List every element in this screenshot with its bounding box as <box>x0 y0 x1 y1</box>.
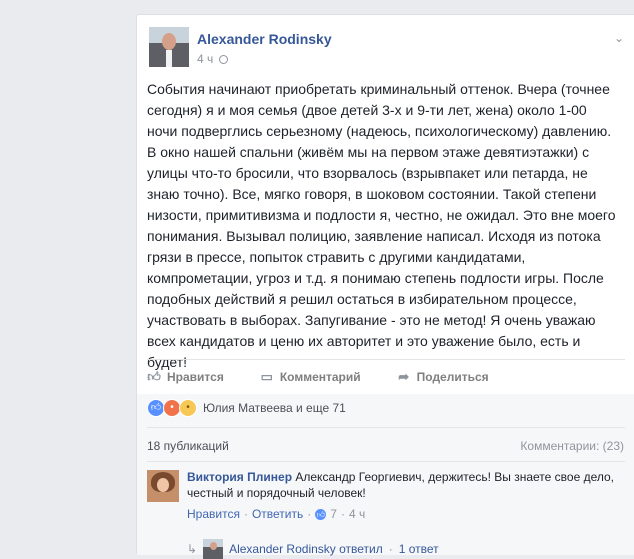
globe-icon <box>219 54 229 64</box>
replies-link[interactable]: ↳ Alexander Rodinsky ответил · 1 ответ <box>187 539 439 559</box>
shares-count[interactable]: 18 публикаций <box>147 439 229 453</box>
commenter-avatar[interactable] <box>147 470 179 502</box>
share-label: Поделиться <box>416 370 489 384</box>
divider <box>147 427 625 428</box>
post-card: Alexander Rodinsky 4 ч ⌄ События начинаю… <box>136 14 634 559</box>
comment-reply-link[interactable]: Ответить <box>252 507 303 521</box>
comments-count[interactable]: Комментарии: (23) <box>520 439 624 453</box>
like-button[interactable]: 👍︎ Нравится <box>147 367 224 387</box>
reply-avatar <box>203 539 224 559</box>
comment-time[interactable]: 4 ч <box>349 507 365 521</box>
comment-body: Виктория Плинер Александр Георгиевич, де… <box>187 469 623 501</box>
author-avatar[interactable] <box>149 27 189 67</box>
comment-likes[interactable]: 7 <box>330 507 337 521</box>
post-time[interactable]: 4 ч <box>197 52 213 66</box>
comment-like-link[interactable]: Нравится <box>187 507 240 521</box>
share-button[interactable]: ➦ Поделиться <box>397 367 489 387</box>
chevron-down-icon[interactable]: ⌄ <box>614 31 624 45</box>
post-meta: 4 ч <box>197 52 229 66</box>
post-text: События начинают приобретать криминальны… <box>147 81 616 370</box>
sad-reaction-icon: • <box>179 399 197 417</box>
comment-icon: ▭ <box>260 369 273 384</box>
separator-dot: · <box>243 507 248 521</box>
separator-dot: · <box>307 507 312 521</box>
like-badge-icon: 👍︎ <box>315 508 327 520</box>
comment-author[interactable]: Виктория Плинер <box>187 470 292 484</box>
divider <box>147 461 625 462</box>
author-name[interactable]: Alexander Rodinsky <box>197 31 332 47</box>
separator-dot: · <box>340 507 345 521</box>
like-label: Нравится <box>167 370 224 384</box>
comment-button[interactable]: ▭ Комментарий <box>260 367 361 387</box>
thumbs-up-icon: 👍︎ <box>147 369 161 384</box>
share-arrow-icon: ➦ <box>398 369 410 384</box>
reactions-summary[interactable]: 👍︎ • • Юлия Матвеева и еще 71 <box>147 399 346 417</box>
divider <box>147 359 625 360</box>
post-actions: 👍︎ Нравится ▭ Комментарий ➦ Поделиться <box>147 367 625 387</box>
comment-meta: Нравится · Ответить · 👍︎ 7 · 4 ч <box>187 507 365 521</box>
comment-label: Комментарий <box>279 370 361 384</box>
reactions-text: Юлия Матвеева и еще 71 <box>203 401 346 415</box>
